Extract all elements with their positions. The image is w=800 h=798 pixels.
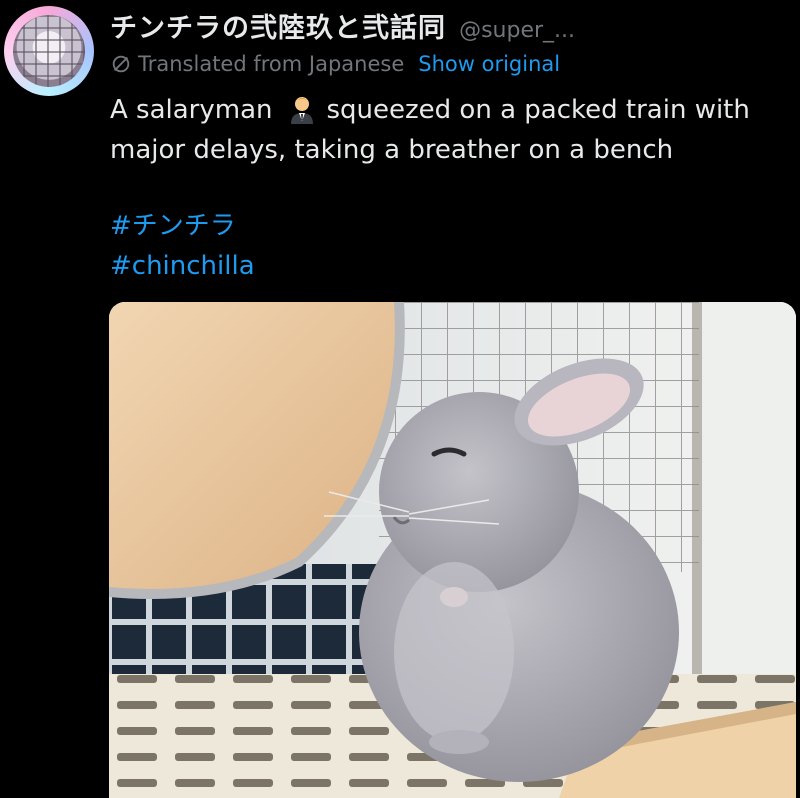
hashtags: #チンチラ #chinchilla bbox=[110, 206, 255, 286]
hashtag-chinchilla[interactable]: #chinchilla bbox=[110, 246, 255, 286]
user-handle[interactable]: @super_... bbox=[459, 18, 575, 43]
tweet-photo[interactable] bbox=[109, 302, 796, 798]
translated-from-label: Translated from Japanese bbox=[138, 52, 405, 76]
hashtag-chinchira-jp[interactable]: #チンチラ bbox=[110, 206, 255, 246]
tweet-text: A salaryman squeezed on a packed train w… bbox=[110, 90, 790, 170]
show-original-link[interactable]: Show original bbox=[418, 52, 560, 76]
display-name[interactable]: チンチラの弐陸玖と弐話同 bbox=[110, 13, 446, 44]
tweet-header: チンチラの弐陸玖と弐話同 @super_... bbox=[110, 6, 575, 45]
avatar-image bbox=[13, 15, 85, 87]
translate-icon bbox=[112, 55, 130, 73]
tweet-text-part-1: A salaryman bbox=[110, 95, 273, 125]
translation-row: Translated from Japanese Show original bbox=[110, 52, 560, 76]
avatar[interactable] bbox=[4, 6, 94, 96]
man-office-worker-icon bbox=[290, 97, 313, 124]
chinchilla-photo bbox=[109, 302, 796, 798]
